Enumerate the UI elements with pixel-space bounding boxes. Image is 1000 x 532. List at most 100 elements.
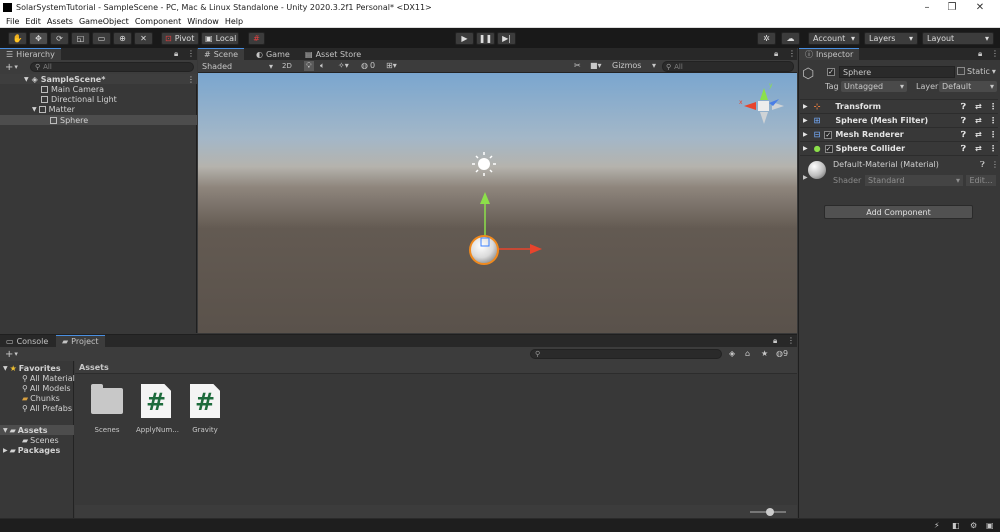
tools-icon[interactable]: ✂ — [574, 61, 581, 70]
component-transform[interactable]: ▶ ⊹ Transform ❓︎ ⇄ ⋮ — [800, 99, 998, 113]
help-icon[interactable]: ❓︎ — [961, 102, 966, 112]
add-object-button[interactable]: + — [5, 62, 13, 73]
kebab-menu-icon[interactable]: ⋮ — [991, 49, 999, 58]
tab-asset-store[interactable]: ▤ Asset Store — [299, 48, 367, 60]
zoom-slider-thumb[interactable] — [766, 508, 774, 516]
sphere-object[interactable] — [469, 235, 499, 265]
expand-arrow-icon[interactable]: ▼ — [32, 106, 37, 113]
expand-arrow-icon[interactable]: ▶ — [803, 131, 808, 138]
tree-row-scene[interactable]: ▼ ◈ SampleScene* ⋮ — [0, 74, 197, 84]
menu-window[interactable]: Window — [187, 17, 219, 26]
menu-edit[interactable]: Edit — [25, 17, 41, 26]
expand-arrow-icon[interactable]: ▶ — [3, 447, 8, 454]
help-icon[interactable]: ❓︎ — [980, 160, 985, 170]
preset-icon[interactable]: ⇄ — [975, 102, 982, 111]
tab-project[interactable]: ▰ Project — [56, 335, 105, 347]
account-dropdown[interactable]: Account ▾ — [808, 32, 860, 45]
expand-arrow-icon[interactable]: ▶ — [803, 103, 808, 110]
tag-dropdown[interactable]: Untagged ▾ — [841, 81, 907, 92]
hierarchy-search-input[interactable]: ⚲ All — [30, 62, 194, 72]
custom-tool-icon[interactable]: ✕ — [134, 32, 153, 45]
mode-2d-toggle[interactable]: 2D — [282, 62, 292, 70]
expand-arrow-icon[interactable]: ▼ — [3, 427, 8, 434]
breadcrumb-assets[interactable]: Assets — [79, 363, 109, 372]
menu-help[interactable]: Help — [225, 17, 243, 26]
collab-icon[interactable]: ✲ — [757, 32, 776, 45]
close-button[interactable]: ✕ — [970, 2, 990, 13]
move-tool-icon[interactable]: ✥ — [29, 32, 48, 45]
scene-orientation-gizmo[interactable]: y x — [739, 82, 784, 124]
scene-search-input[interactable]: ⚲ All — [662, 61, 794, 72]
shader-dropdown[interactable]: Standard ▾ — [865, 175, 963, 186]
kebab-menu-icon[interactable]: ⋮ — [187, 49, 195, 58]
kebab-menu-icon[interactable]: ⋮ — [989, 130, 997, 139]
object-name-field[interactable]: Sphere — [839, 66, 955, 78]
lock-icon[interactable]: 🔒︎ — [774, 49, 778, 59]
scale-tool-icon[interactable]: ◱ — [71, 32, 90, 45]
step-button[interactable]: ▶| — [497, 32, 516, 45]
lock-icon[interactable]: 🔒︎ — [978, 49, 982, 59]
menu-assets[interactable]: Assets — [47, 17, 73, 26]
favorite-star-icon[interactable]: ★ — [761, 349, 768, 358]
help-icon[interactable]: ❓︎ — [961, 144, 966, 154]
component-mesh-renderer[interactable]: ▶ ⊟ ✓ Mesh Renderer ❓︎ ⇄ ⋮ — [800, 127, 998, 141]
asset-scenes-folder[interactable]: Scenes — [87, 384, 127, 434]
local-toggle[interactable]: ▣ Local — [201, 32, 239, 45]
expand-arrow-icon[interactable]: ▶ — [803, 174, 808, 181]
search-by-type-icon[interactable]: ◈ — [729, 349, 735, 358]
tree-row-main-camera[interactable]: Main Camera — [41, 84, 104, 94]
search-by-label-icon[interactable]: ⌂ — [745, 349, 750, 358]
tab-hierarchy[interactable]: ☰ Hierarchy — [0, 48, 61, 60]
layer-dropdown[interactable]: Default ▾ — [939, 81, 997, 92]
cache-icon[interactable]: ◧ — [952, 521, 960, 530]
component-mesh-filter[interactable]: ▶ ⊞ Sphere (Mesh Filter) ❓︎ ⇄ ⋮ — [800, 113, 998, 127]
kebab-menu-icon[interactable]: ⋮ — [989, 102, 997, 111]
menu-gameobject[interactable]: GameObject — [79, 17, 129, 26]
grid-dropdown-icon[interactable]: ⊞▾ — [386, 61, 397, 70]
asset-gravity-script[interactable]: # Gravity — [185, 384, 225, 434]
favorite-all-materials[interactable]: ⚲ All Material — [22, 373, 75, 383]
maximize-button[interactable]: ❐ — [942, 2, 962, 13]
directional-light-sun-icon[interactable] — [472, 152, 496, 176]
preset-icon[interactable]: ⇄ — [975, 144, 982, 153]
menu-file[interactable]: File — [6, 17, 19, 26]
shading-dropdown[interactable]: Shaded ▾ — [200, 61, 275, 72]
network-icon[interactable]: ⚡ — [934, 521, 940, 530]
kebab-menu-icon[interactable]: ⋮ — [787, 336, 795, 345]
material-preview-icon[interactable] — [808, 161, 826, 179]
tab-game[interactable]: ◐ Game — [250, 48, 296, 60]
pivot-toggle[interactable]: ⊡ Pivot — [161, 32, 199, 45]
play-button[interactable]: ▶ — [455, 32, 474, 45]
hidden-packages-toggle[interactable]: ◍ 9 — [776, 349, 788, 358]
menu-component[interactable]: Component — [135, 17, 181, 26]
kebab-menu-icon[interactable]: ⋮ — [989, 116, 997, 125]
kebab-menu-icon[interactable]: ⋮ — [989, 144, 997, 153]
expand-arrow-icon[interactable]: ▼ — [3, 365, 8, 372]
audio-toggle-icon[interactable]: 🔈︎ — [320, 61, 325, 71]
favorite-all-models[interactable]: ⚲ All Models — [22, 383, 71, 393]
help-icon[interactable]: ❓︎ — [961, 130, 966, 140]
static-checkbox[interactable] — [957, 67, 965, 77]
tab-inspector[interactable]: ⓘ Inspector — [799, 48, 860, 60]
tree-row-matter[interactable]: ▼ Matter — [32, 104, 75, 114]
camera-dropdown-icon[interactable]: ■▾ — [590, 61, 602, 70]
active-checkbox[interactable]: ✓ — [827, 67, 835, 76]
hidden-objects-toggle[interactable]: ◍ 0 — [361, 61, 375, 70]
add-component-button[interactable]: Add Component — [824, 205, 973, 219]
grid-snap-icon[interactable]: # — [248, 32, 265, 45]
preset-icon[interactable]: ⇄ — [975, 130, 982, 139]
transform-tool-icon[interactable]: ⊕ — [113, 32, 132, 45]
create-asset-button[interactable]: + — [5, 349, 13, 360]
cloud-icon[interactable]: ☁ — [781, 32, 800, 45]
packages-row[interactable]: ▶ ▰ Packages — [3, 445, 60, 455]
chevron-down-icon[interactable]: ▾ — [14, 63, 18, 71]
preset-icon[interactable]: ⇄ — [975, 116, 982, 125]
kebab-menu-icon[interactable]: ⋮ — [187, 75, 195, 84]
rect-tool-icon[interactable]: ▭ — [92, 32, 111, 45]
favorite-chunks[interactable]: ▰ Chunks — [22, 393, 60, 403]
asset-applynum-script[interactable]: # ApplyNum... — [136, 384, 179, 434]
help-icon[interactable]: ❓︎ — [961, 116, 966, 126]
progress-icon[interactable]: ▣ — [986, 521, 994, 530]
rotate-tool-icon[interactable]: ⟳ — [50, 32, 69, 45]
expand-arrow-icon[interactable]: ▼ — [24, 76, 29, 83]
